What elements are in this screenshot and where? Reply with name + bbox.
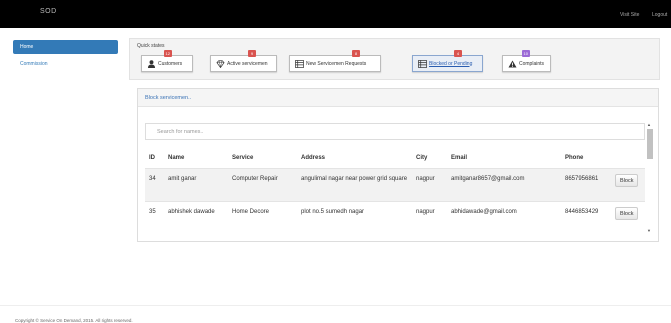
cell-city: nagpur (416, 176, 435, 182)
list-icon (418, 59, 427, 68)
sidebar: Home Commission (13, 40, 118, 74)
copyright-text: Copyright © Service On Demand, 2015. All… (15, 318, 133, 323)
blocked-or-pending-label: Blocked or Pending (429, 60, 473, 67)
complaints-label: Complaints (519, 60, 545, 67)
column-header-address: Address (301, 155, 326, 161)
customers-count-badge: 12 (163, 50, 172, 57)
cell-name: abhishek dawade (168, 209, 215, 215)
complaints-button[interactable]: Complaints 10 (502, 50, 551, 72)
new-servicemen-requests-label: New Servicemen Requests (306, 60, 367, 67)
quick-states-title: Quick states (137, 43, 165, 49)
column-header-service: Service (232, 155, 254, 161)
column-header-email: Email (451, 155, 468, 161)
quick-states-panel: Quick states Customers 12 Active service… (129, 38, 660, 80)
diamond-icon (216, 59, 225, 68)
block-button[interactable]: Block (615, 174, 639, 187)
active-servicemen-button[interactable]: Active servicemen 9 (210, 50, 277, 72)
cell-service: Home Decore (232, 209, 270, 215)
table-row: 35 abhishek dawade Home Decore plot no.5… (145, 201, 645, 235)
top-navbar: SOD Visit Site Logout (0, 0, 671, 28)
user-icon (147, 59, 156, 68)
complaints-count-badge: 10 (521, 50, 530, 57)
scrollbar-thumb[interactable] (647, 129, 653, 159)
list-icon (295, 59, 304, 68)
block-button[interactable]: Block (615, 207, 639, 220)
column-header-id: ID (149, 155, 155, 161)
cell-address: angulimal nagar near power grid square (301, 176, 408, 182)
active-servicemen-label: Active servicemen (227, 60, 268, 67)
new-servicemen-requests-button[interactable]: New Servicemen Requests 8 (289, 50, 381, 72)
cell-name: amit ganar (168, 176, 197, 182)
sidebar-item-commission[interactable]: Commission (13, 57, 118, 71)
cell-id: 35 (149, 209, 156, 215)
active-servicemen-count-badge: 9 (248, 50, 256, 57)
blocked-or-pending-count-badge: 4 (454, 50, 462, 57)
customers-label: Customers (158, 60, 183, 67)
cell-service: Computer Repair (232, 176, 278, 182)
scroll-up-arrow-icon[interactable]: ▲ (647, 122, 651, 127)
column-header-name: Name (168, 155, 185, 161)
cell-id: 34 (149, 176, 156, 182)
scroll-down-arrow-icon[interactable]: ▼ (647, 228, 651, 233)
column-header-phone: Phone (565, 155, 584, 161)
new-servicemen-requests-count-badge: 8 (352, 50, 360, 57)
sidebar-item-home[interactable]: Home (13, 40, 118, 54)
cell-email: abhidawade@gmail.com (451, 209, 517, 215)
warning-icon (508, 59, 517, 68)
customers-button[interactable]: Customers 12 (141, 50, 193, 72)
cell-address: plot no.5 sumedh nagar (301, 209, 365, 215)
footer: Copyright © Service On Demand, 2015. All… (0, 305, 671, 323)
visit-site-link[interactable]: Visit Site (620, 12, 639, 18)
cell-phone: 8446853429 (565, 209, 599, 215)
brand-logo[interactable]: SOD (40, 8, 57, 15)
table-row: 34 amit ganar Computer Repair angulimal … (145, 168, 645, 201)
cell-email: amitganar8657@gmail.com (451, 176, 525, 182)
blocked-or-pending-button[interactable]: Blocked or Pending 4 (412, 50, 483, 72)
table-header-row: ID Name Service Address City Email Phone (145, 151, 645, 165)
search-input[interactable]: Search for names.. (145, 123, 645, 140)
block-servicemen-panel: Block servicemen.. Search for names.. ▲ … (137, 88, 659, 242)
logout-link[interactable]: Logout (652, 12, 667, 18)
panel-title: Block servicemen.. (138, 89, 658, 107)
cell-phone: 8657956861 (565, 176, 599, 182)
column-header-city: City (416, 155, 428, 161)
cell-city: nagpur (416, 209, 435, 215)
